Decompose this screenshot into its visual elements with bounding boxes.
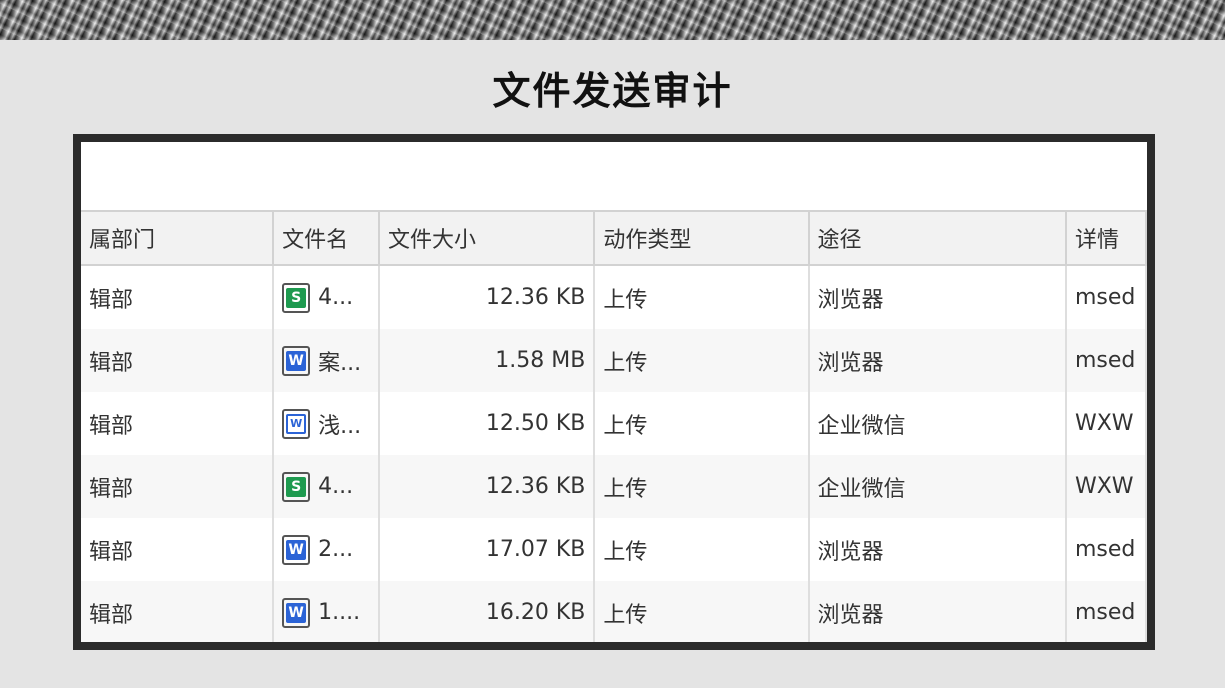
column-header-filename[interactable]: 文件名	[273, 210, 380, 266]
table-row[interactable]: 辑部 W 1.... 16.20 KB 上传 浏览器 msed	[81, 581, 1147, 642]
page-title: 文件发送审计	[492, 68, 733, 113]
decorative-banner	[0, 0, 1225, 40]
filename-text: 1....	[318, 600, 361, 625]
cell-filename: S 4...	[273, 265, 380, 329]
cell-size: 17.07 KB	[379, 518, 596, 581]
cell-action: 上传	[594, 329, 810, 392]
word-document-outline-icon: W	[282, 408, 311, 439]
table-row[interactable]: 辑部 W 2... 17.07 KB 上传 浏览器 msed	[81, 518, 1147, 581]
filename-text: 4...	[318, 474, 354, 499]
cell-detail: msed	[1065, 265, 1147, 329]
cell-channel: 企业微信	[808, 392, 1067, 455]
cell-filename: W 浅...	[273, 392, 380, 455]
cell-action: 上传	[594, 455, 810, 518]
cell-dept: 辑部	[81, 581, 275, 642]
cell-size: 1.58 MB	[379, 329, 596, 392]
filename-text: 浅...	[318, 413, 362, 439]
cell-channel: 浏览器	[808, 581, 1067, 642]
cell-filename: W 2...	[273, 518, 380, 581]
toolbar-area	[81, 142, 1147, 210]
file-type-letter: S	[286, 476, 307, 497]
file-type-letter: W	[286, 413, 307, 434]
table-row[interactable]: 辑部 W 案... 1.58 MB 上传 浏览器 msed	[81, 329, 1147, 392]
cell-filename: W 1....	[273, 581, 380, 642]
cell-action: 上传	[594, 265, 810, 329]
cell-size: 12.36 KB	[379, 265, 596, 329]
cell-channel: 企业微信	[808, 455, 1067, 518]
cell-detail: msed	[1065, 329, 1147, 392]
word-document-icon: W	[282, 597, 311, 628]
column-header-detail[interactable]: 详情	[1065, 210, 1147, 266]
file-type-letter: W	[286, 539, 307, 560]
cell-dept: 辑部	[81, 455, 275, 518]
table-row[interactable]: 辑部 S 4... 12.36 KB 上传 浏览器 msed	[81, 265, 1147, 329]
cell-channel: 浏览器	[808, 329, 1067, 392]
table-row[interactable]: 辑部 S 4... 12.36 KB 上传 企业微信 WXW	[81, 455, 1147, 518]
cell-dept: 辑部	[81, 518, 275, 581]
cell-dept: 辑部	[81, 329, 275, 392]
cell-channel: 浏览器	[808, 518, 1067, 581]
cell-size: 12.50 KB	[379, 392, 596, 455]
spreadsheet-icon: S	[282, 282, 311, 313]
column-header-dept[interactable]: 属部门	[81, 210, 275, 266]
file-type-letter: W	[286, 602, 307, 623]
file-audit-table: 属部门 文件名 文件大小 动作类型 途径 详情 辑部 S 4... 12.36 …	[81, 210, 1147, 642]
filename-text: 案...	[318, 350, 362, 376]
cell-detail: msed	[1065, 518, 1147, 581]
cell-detail: WXW	[1065, 455, 1147, 518]
column-header-channel[interactable]: 途径	[808, 210, 1067, 266]
file-type-letter: S	[286, 287, 307, 308]
filename-text: 2...	[318, 537, 354, 562]
cell-size: 12.36 KB	[379, 455, 596, 518]
column-header-action[interactable]: 动作类型	[594, 210, 810, 266]
table-header-row: 属部门 文件名 文件大小 动作类型 途径 详情	[81, 210, 1147, 266]
cell-action: 上传	[594, 581, 810, 642]
column-header-size[interactable]: 文件大小	[379, 210, 596, 266]
spreadsheet-icon: S	[282, 471, 311, 502]
table-row[interactable]: 辑部 W 浅... 12.50 KB 上传 企业微信 WXW	[81, 392, 1147, 455]
cell-channel: 浏览器	[808, 265, 1067, 329]
file-type-letter: W	[286, 350, 307, 371]
cell-dept: 辑部	[81, 392, 275, 455]
cell-detail: msed	[1065, 581, 1147, 642]
word-document-icon: W	[282, 534, 311, 565]
word-document-icon: W	[282, 345, 311, 376]
cell-detail: WXW	[1065, 392, 1147, 455]
audit-table-window: 属部门 文件名 文件大小 动作类型 途径 详情 辑部 S 4... 12.36 …	[73, 134, 1155, 650]
cell-filename: S 4...	[273, 455, 380, 518]
filename-text: 4...	[318, 285, 354, 310]
cell-dept: 辑部	[81, 265, 275, 329]
cell-action: 上传	[594, 392, 810, 455]
cell-filename: W 案...	[273, 329, 380, 392]
cell-action: 上传	[594, 518, 810, 581]
cell-size: 16.20 KB	[379, 581, 596, 642]
